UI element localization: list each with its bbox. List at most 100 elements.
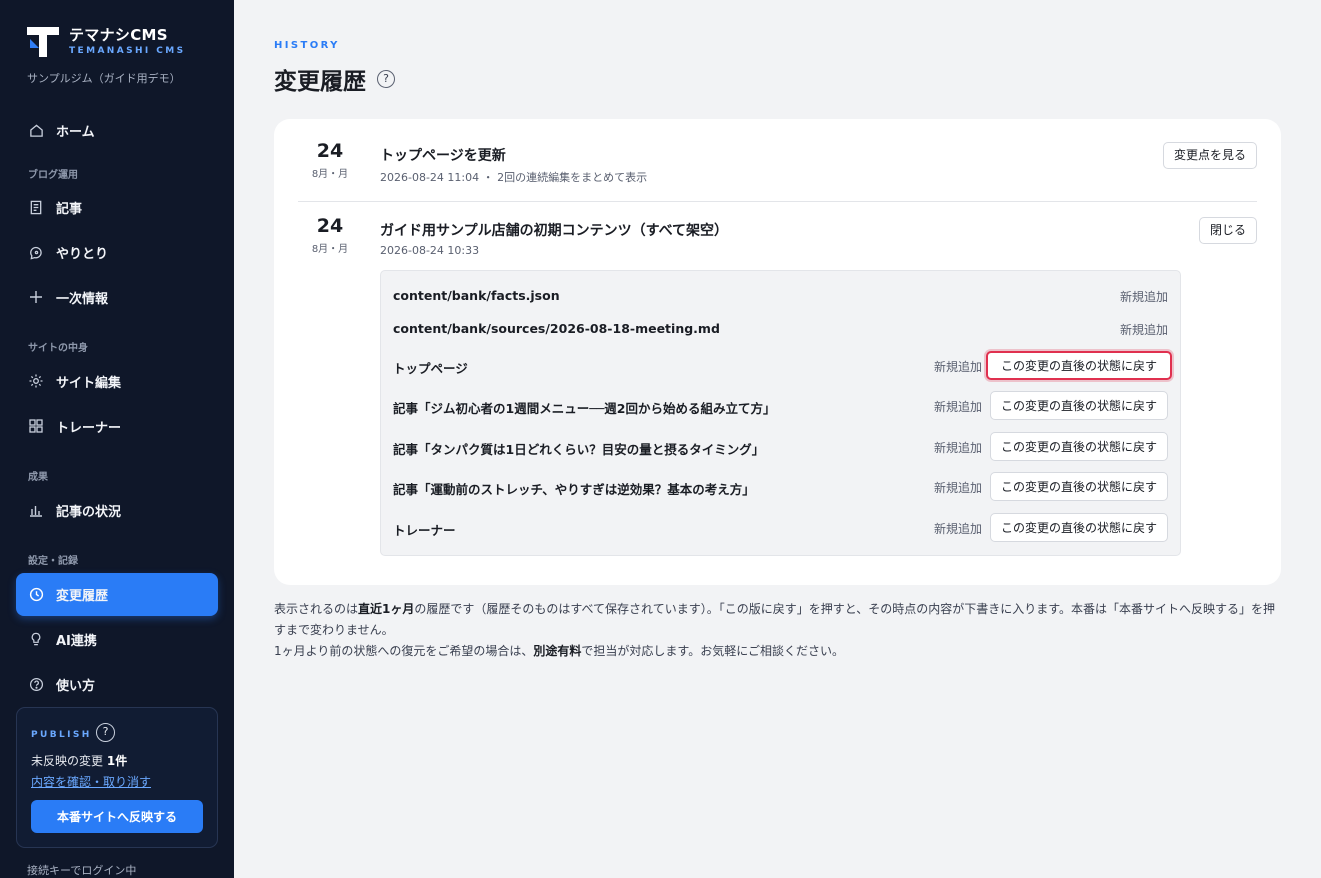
change-row: 記事「タンパク質は1日どれくらい？目安の量と摂るタイミング」 新規追加 この変更… (393, 431, 1168, 463)
revert-button[interactable]: この変更の直後の状態に戻す (986, 351, 1172, 380)
footnote-paragraph: 1ヶ月より前の状態への復元をご希望の場合は、別途有料で担当が対応します。お気軽に… (274, 641, 1279, 662)
sidebar: テマナシCMS TEMANASHI CMS サンプルジム（ガイド用デモ） ホーム… (0, 0, 234, 878)
logo[interactable]: テマナシCMS TEMANASHI CMS (27, 27, 185, 57)
history-footnote: 表示されるのは直近1ヶ月の履歴です（履歴そのものはすべて保存されています）。「こ… (274, 599, 1279, 662)
publish-button[interactable]: 本番サイトへ反映する (31, 800, 203, 833)
revert-button[interactable]: この変更の直後の状態に戻す (990, 472, 1168, 501)
footnote-text: 表示されるのは (274, 602, 359, 616)
change-status: 新規追加 (1119, 323, 1168, 337)
change-status: 新規追加 (933, 360, 982, 374)
entry-title: ガイド用サンプル店舗の初期コンテンツ（すべて架空） (380, 223, 729, 239)
change-row: トップページ 新規追加 この変更の直後の状態に戻す (393, 350, 1172, 382)
nav-label: 使い方 (56, 678, 96, 694)
nav-label: AI連携 (56, 633, 97, 649)
nav-item-site-edit[interactable]: サイト編集 (16, 362, 218, 400)
change-status: 新規追加 (933, 441, 982, 455)
revert-button[interactable]: この変更の直後の状態に戻す (990, 432, 1168, 461)
entry-meta: 2026-08-24 10:33 (380, 244, 480, 257)
change-status: 新規追加 (933, 522, 982, 536)
change-row: 記事「ジム初心者の1週間メニュー──週2回から始める組み立て方」 新規追加 この… (393, 390, 1168, 422)
change-status: 新規追加 (1119, 290, 1168, 304)
entry-weekday: 8月・月 (311, 244, 349, 255)
document-icon (28, 199, 44, 215)
nav-label: やりとり (56, 246, 109, 262)
review-changes-link[interactable]: 内容を確認・取り消す (31, 773, 151, 790)
nav-item-articles[interactable]: 記事 (16, 188, 218, 226)
change-row: 記事「運動前のストレッチ、やりすぎは逆効果？基本の考え方」 新規追加 この変更の… (393, 471, 1168, 503)
change-name: トレーナー (393, 523, 456, 538)
nav-section-results: 成果 (28, 472, 48, 483)
change-row: content/bank/facts.json 新規追加 (393, 280, 1168, 312)
nav-section-settings: 設定・記録 (28, 556, 78, 567)
site-name: サンプルジム（ガイド用デモ） (27, 72, 181, 85)
bar-chart-icon (28, 502, 44, 518)
nav-section-site: サイトの中身 (28, 343, 88, 354)
publish-panel: PUBLISH ? 未反映の変更 1件 内容を確認・取り消す 本番サイトへ反映す… (16, 707, 218, 848)
home-icon (28, 122, 44, 138)
entry-meta: 2026-08-24 11:04 ・ 2回の連続編集をまとめて表示 (380, 171, 648, 184)
history-card: 24 8月・月 トップページを更新 2026-08-24 11:04 ・ 2回の… (274, 119, 1281, 585)
entry-weekday: 8月・月 (311, 169, 349, 180)
pending-count: 1件 (106, 754, 128, 768)
revert-button[interactable]: この変更の直後の状態に戻す (990, 391, 1168, 420)
entry-day: 24 (316, 140, 344, 162)
nav-item-article-status[interactable]: 記事の状況 (16, 491, 218, 529)
footnote-emphasis: 直近1ヶ月 (358, 602, 415, 616)
help-icon[interactable]: ? (377, 70, 395, 88)
view-diff-button[interactable]: 変更点を見る (1162, 142, 1257, 169)
nav-label: 一次情報 (56, 291, 109, 307)
close-button[interactable]: 閉じる (1198, 217, 1257, 244)
pending-label: 未反映の変更 (31, 754, 104, 768)
footnote-text: 1ヶ月より前の状態への復元をご希望の場合は、 (274, 644, 534, 658)
change-name: トップページ (393, 361, 468, 376)
help-circle-icon (28, 676, 44, 692)
footnote-text: の履歴です（履歴そのものはすべて保存されています）。「この版に戻す」を押すと、そ… (274, 602, 1276, 637)
entry-day: 24 (316, 215, 344, 237)
nav-label: 記事 (56, 201, 83, 217)
nav-item-primary-info[interactable]: 一次情報 (16, 278, 218, 316)
nav-label: 記事の状況 (56, 504, 122, 520)
change-status: 新規追加 (933, 400, 982, 414)
change-name: content/bank/sources/2026-08-18-meeting.… (393, 321, 720, 336)
change-name: 記事「運動前のストレッチ、やりすぎは逆効果？基本の考え方」 (393, 482, 755, 497)
nav-item-conversations[interactable]: やりとり (16, 233, 218, 271)
nav-label: トレーナー (56, 420, 122, 436)
nav-label: サイト編集 (56, 375, 122, 391)
page-title: 変更履歴 (274, 69, 366, 95)
nav-label: 変更履歴 (56, 589, 109, 604)
nav-item-trainers[interactable]: トレーナー (16, 407, 218, 445)
pending-changes: 未反映の変更 1件 (31, 752, 127, 769)
change-status: 新規追加 (933, 481, 982, 495)
entry-title: トップページを更新 (380, 148, 506, 164)
footnote-paragraph: 表示されるのは直近1ヶ月の履歴です（履歴そのものはすべて保存されています）。「こ… (274, 599, 1279, 641)
change-name: 記事「ジム初心者の1週間メニュー──週2回から始める組み立て方」 (393, 401, 776, 416)
clock-icon (28, 587, 44, 603)
grid-icon (28, 418, 44, 434)
nav-item-history[interactable]: 変更履歴 (16, 573, 218, 616)
change-row: content/bank/sources/2026-08-18-meeting.… (393, 313, 1168, 345)
publish-tag: PUBLISH (31, 730, 92, 740)
nav-label: ホーム (56, 124, 95, 140)
plus-icon (28, 289, 44, 305)
help-icon[interactable]: ? (96, 723, 115, 742)
gear-icon (28, 373, 44, 389)
nav-item-ai[interactable]: AI連携 (16, 620, 218, 658)
brand-subtitle: TEMANASHI CMS (69, 46, 186, 56)
login-status: 接続キーでログイン中 (27, 864, 137, 877)
lightbulb-icon (28, 631, 44, 647)
footnote-text: で担当が対応します。お気軽にご相談ください。 (581, 644, 844, 658)
chat-icon (28, 244, 44, 260)
change-list: content/bank/facts.json 新規追加 content/ban… (380, 270, 1181, 556)
page-eyebrow: HISTORY (274, 40, 340, 51)
nav-section-blog: ブログ運用 (28, 170, 78, 181)
logo-icon (27, 27, 59, 57)
brand-title: テマナシCMS (69, 26, 168, 44)
change-row: トレーナー 新規追加 この変更の直後の状態に戻す (393, 512, 1168, 544)
footnote-emphasis: 別途有料 (533, 644, 582, 658)
nav-item-howto[interactable]: 使い方 (16, 665, 218, 703)
divider (298, 201, 1257, 202)
nav-item-home[interactable]: ホーム (16, 111, 218, 149)
revert-button[interactable]: この変更の直後の状態に戻す (990, 513, 1168, 542)
change-name: 記事「タンパク質は1日どれくらい？目安の量と摂るタイミング」 (393, 442, 765, 457)
change-name: content/bank/facts.json (393, 288, 560, 303)
